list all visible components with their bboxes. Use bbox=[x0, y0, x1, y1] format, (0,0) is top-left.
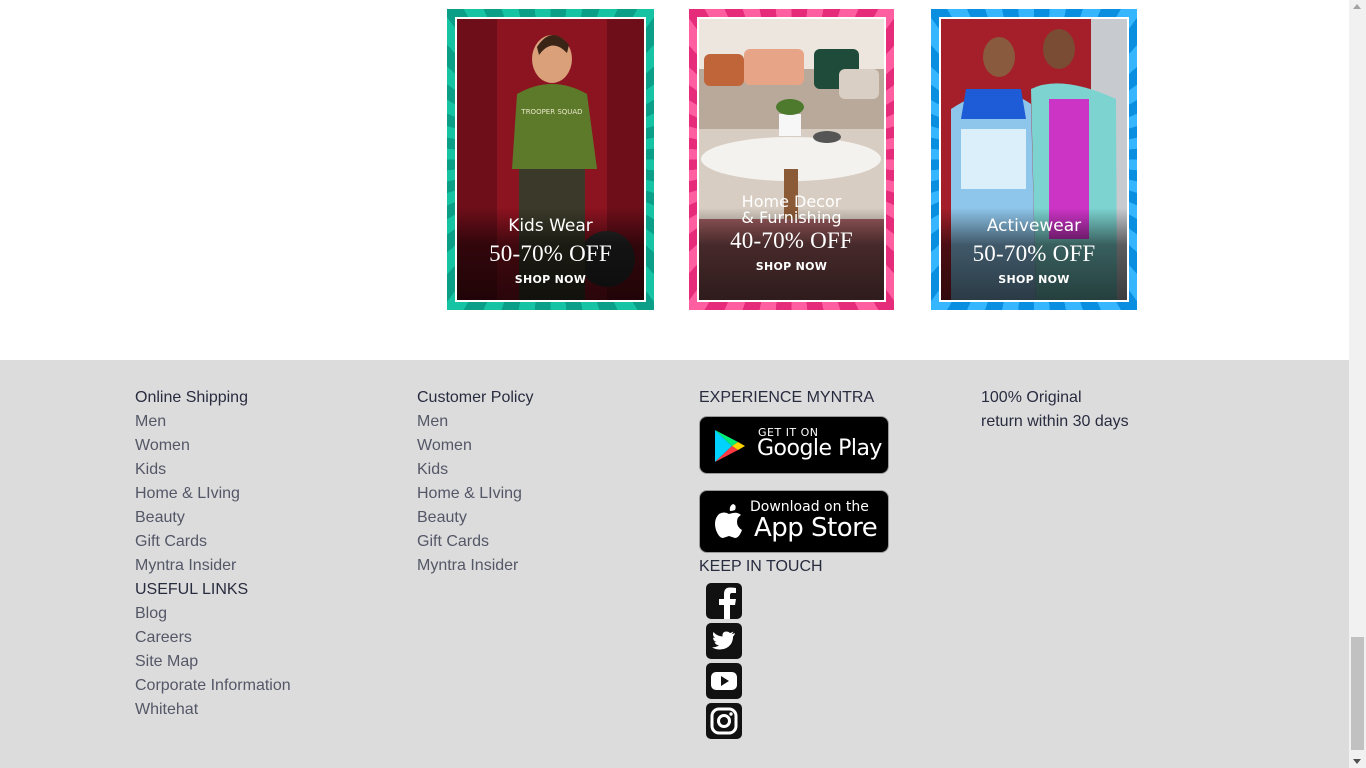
footer-link-myntra-insider[interactable]: Myntra Insider bbox=[135, 554, 291, 578]
footer-link-beauty[interactable]: Beauty bbox=[135, 506, 291, 530]
policy-link-men[interactable]: Men bbox=[417, 410, 533, 434]
online-shopping-heading: Online Shipping bbox=[135, 389, 248, 406]
policy-link-women[interactable]: Women bbox=[417, 434, 533, 458]
experience-myntra-heading: EXPERIENCE MYNTRA bbox=[699, 389, 875, 406]
footer: Online Shipping Men Women Kids Home & LI… bbox=[0, 360, 1349, 768]
footer-column-online-shopping: Online Shipping Men Women Kids Home & LI… bbox=[135, 386, 291, 722]
banner-caption: Kids Wear 50-70% OFF SHOP NOW bbox=[457, 208, 644, 300]
banner-home-decor[interactable]: Home Decor & Furnishing 40-70% OFF SHOP … bbox=[689, 9, 894, 310]
banner-kids-wear[interactable]: TROOPER SQUAD Kids Wear 50-70% OFF SHOP … bbox=[447, 9, 654, 310]
banner-image: Home Decor & Furnishing 40-70% OFF SHOP … bbox=[697, 17, 886, 302]
google-play-icon bbox=[715, 430, 745, 462]
footer-link-kids[interactable]: Kids bbox=[135, 458, 291, 482]
scroll-up-arrow-icon[interactable] bbox=[1353, 4, 1361, 9]
youtube-icon[interactable] bbox=[706, 663, 742, 699]
footer-link-gift-cards[interactable]: Gift Cards bbox=[135, 530, 291, 554]
banner-caption: Home Decor & Furnishing 40-70% OFF SHOP … bbox=[699, 194, 884, 300]
banner-activewear[interactable]: Activewear 50-70% OFF SHOP NOW bbox=[931, 9, 1137, 310]
shop-now-label: SHOP NOW bbox=[755, 260, 828, 273]
policy-link-home-living[interactable]: Home & LIving bbox=[417, 482, 533, 506]
scroll-down-arrow-icon[interactable] bbox=[1353, 759, 1361, 764]
app-store-big-text: App Store bbox=[754, 513, 878, 543]
footer-column-customer-policy: Customer Policy Men Women Kids Home & LI… bbox=[417, 386, 533, 578]
footer-link-whitehat[interactable]: Whitehat bbox=[135, 698, 291, 722]
banner-offer: 50-70% OFF bbox=[972, 241, 1096, 266]
policy-link-beauty[interactable]: Beauty bbox=[417, 506, 533, 530]
footer-link-men[interactable]: Men bbox=[135, 410, 291, 434]
original-promise-text: 100% Original bbox=[981, 389, 1082, 406]
banner-offer: 50-70% OFF bbox=[489, 241, 612, 266]
vertical-scrollbar[interactable] bbox=[1349, 0, 1366, 768]
scrollbar-thumb[interactable] bbox=[1351, 637, 1364, 750]
banner-title-line-2: & Furnishing bbox=[741, 208, 842, 227]
footer-link-blog[interactable]: Blog bbox=[135, 602, 291, 626]
promo-banners: TROOPER SQUAD Kids Wear 50-70% OFF SHOP … bbox=[0, 0, 1349, 360]
twitter-icon[interactable] bbox=[706, 623, 742, 659]
apple-icon bbox=[715, 504, 742, 538]
shop-now-label: SHOP NOW bbox=[998, 273, 1070, 286]
policy-link-gift-cards[interactable]: Gift Cards bbox=[417, 530, 533, 554]
keep-in-touch-heading: KEEP IN TOUCH bbox=[699, 558, 823, 575]
banner-caption: Activewear 50-70% OFF SHOP NOW bbox=[941, 208, 1127, 300]
policy-link-myntra-insider[interactable]: Myntra Insider bbox=[417, 554, 533, 578]
banner-offer: 40-70% OFF bbox=[730, 228, 853, 253]
svg-text:TROOPER SQUAD: TROOPER SQUAD bbox=[520, 108, 582, 116]
google-play-big-text: Google Play bbox=[757, 436, 882, 461]
return-policy-text: return within 30 days bbox=[981, 413, 1129, 430]
banner-title: Activewear bbox=[986, 216, 1082, 236]
google-play-button[interactable]: GET IT ON Google Play bbox=[699, 416, 889, 474]
footer-link-careers[interactable]: Careers bbox=[135, 626, 291, 650]
facebook-icon[interactable] bbox=[706, 583, 742, 619]
footer-column-promises: 100% Original return within 30 days bbox=[981, 386, 1129, 434]
footer-link-corporate-information[interactable]: Corporate Information bbox=[135, 674, 291, 698]
footer-link-site-map[interactable]: Site Map bbox=[135, 650, 291, 674]
footer-link-women[interactable]: Women bbox=[135, 434, 291, 458]
instagram-icon[interactable] bbox=[706, 703, 742, 739]
banner-image: TROOPER SQUAD Kids Wear 50-70% OFF SHOP … bbox=[455, 17, 646, 302]
footer-column-experience: EXPERIENCE MYNTRA GET IT ON Google Play … bbox=[699, 386, 889, 739]
banner-image: Activewear 50-70% OFF SHOP NOW bbox=[939, 17, 1129, 302]
app-store-button[interactable]: Download on the App Store bbox=[699, 490, 889, 553]
policy-link-kids[interactable]: Kids bbox=[417, 458, 533, 482]
customer-policy-heading: Customer Policy bbox=[417, 389, 534, 406]
banner-title: Kids Wear bbox=[508, 216, 593, 236]
useful-links-heading: USEFUL LINKS bbox=[135, 581, 249, 598]
page: TROOPER SQUAD Kids Wear 50-70% OFF SHOP … bbox=[0, 0, 1349, 768]
shop-now-label: SHOP NOW bbox=[514, 273, 587, 286]
footer-link-home-living[interactable]: Home & LIving bbox=[135, 482, 291, 506]
